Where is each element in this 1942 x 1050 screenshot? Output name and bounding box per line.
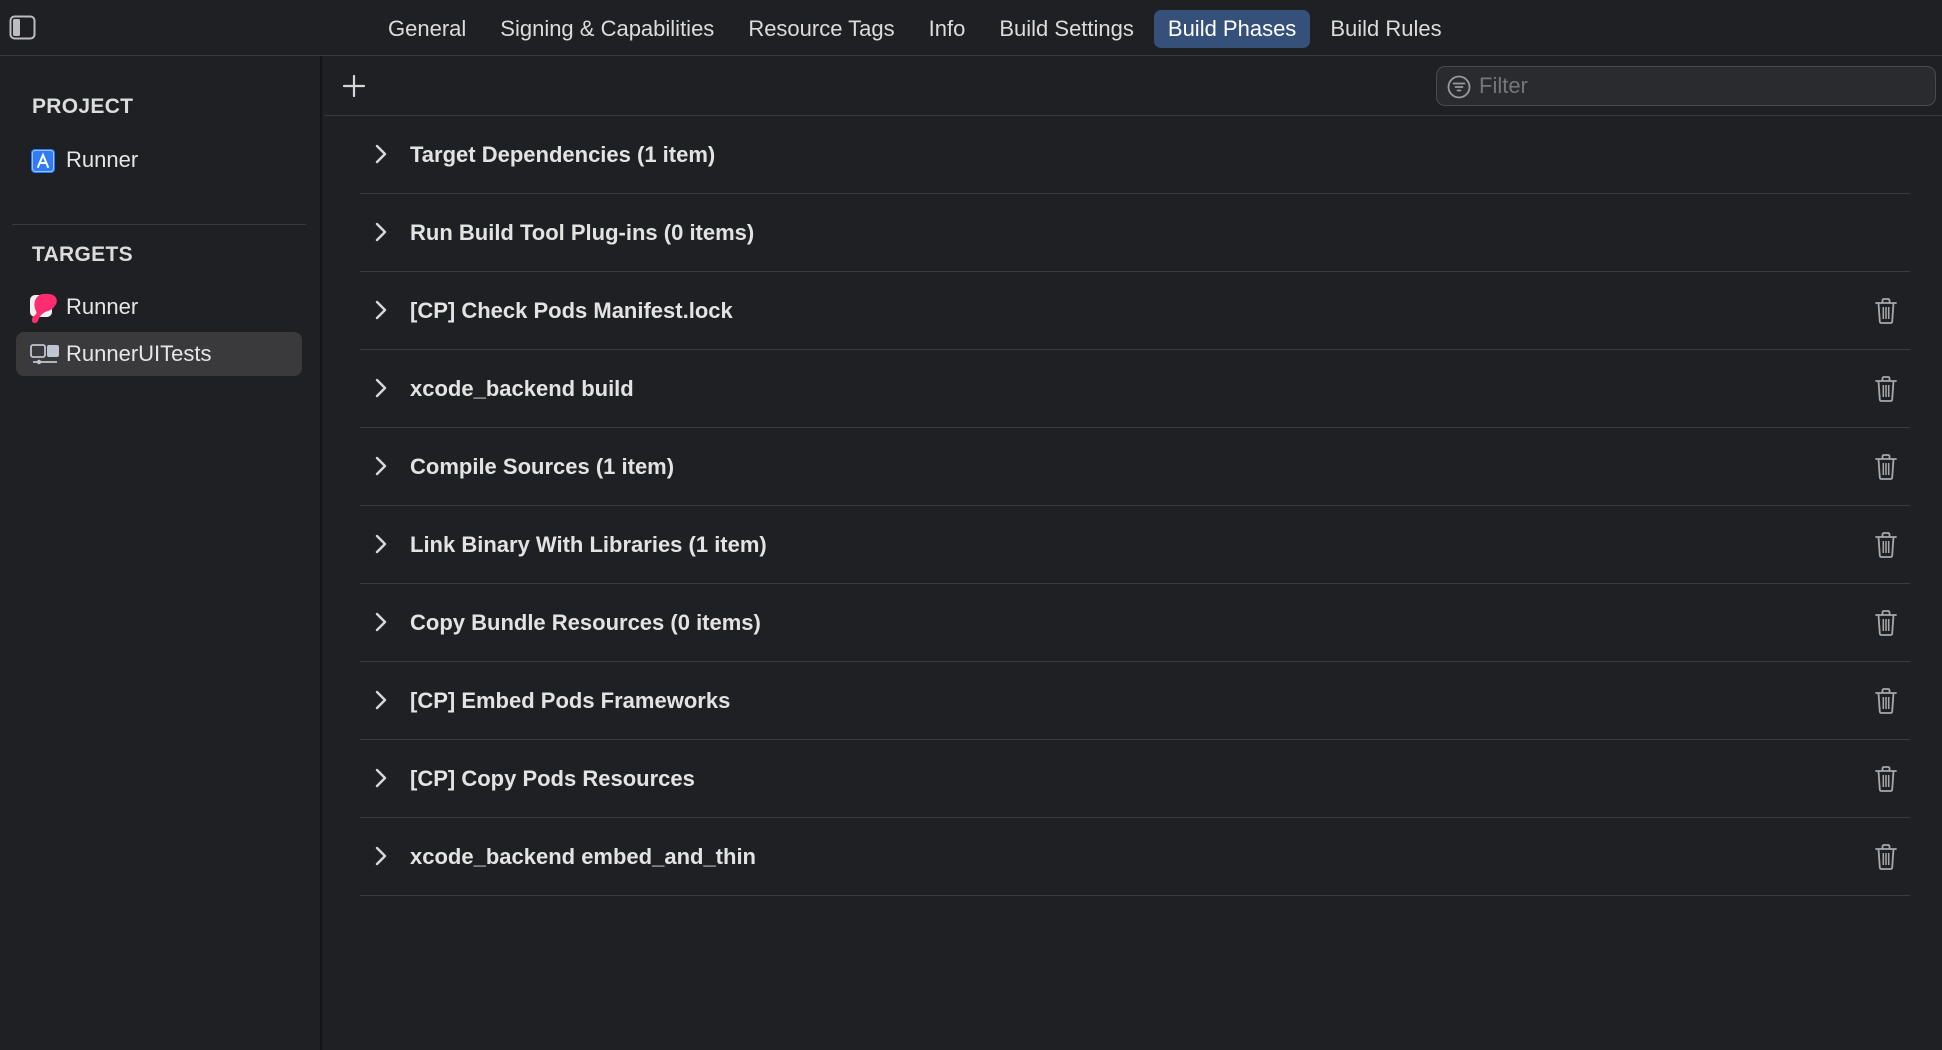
build-phase-title: [CP] Check Pods Manifest.lock bbox=[410, 298, 733, 323]
tab-resource-tags[interactable]: Resource Tags bbox=[734, 10, 908, 48]
build-phase-row[interactable]: Run Build Tool Plug-ins (0 items) bbox=[360, 194, 1910, 272]
filter-icon bbox=[1447, 75, 1471, 99]
trash-icon[interactable] bbox=[1874, 765, 1898, 793]
editor-tab-bar: General Signing & Capabilities Resource … bbox=[0, 0, 1942, 56]
build-phase-title: Link Binary With Libraries (1 item) bbox=[410, 532, 767, 557]
tab-build-settings[interactable]: Build Settings bbox=[985, 10, 1148, 48]
app-target-icon bbox=[30, 293, 58, 324]
build-phase-row[interactable]: Link Binary With Libraries (1 item) bbox=[360, 506, 1910, 584]
build-phase-row[interactable]: [CP] Copy Pods Resources bbox=[360, 740, 1910, 818]
trash-icon[interactable] bbox=[1874, 609, 1898, 637]
build-phase-row[interactable]: Target Dependencies (1 item) bbox=[360, 116, 1910, 194]
build-phase-list: Target Dependencies (1 item) Run Build To… bbox=[360, 116, 1910, 896]
trash-icon[interactable] bbox=[1874, 453, 1898, 481]
plus-icon bbox=[342, 74, 366, 98]
chevron-right-icon[interactable] bbox=[374, 222, 388, 242]
tab-info[interactable]: Info bbox=[915, 10, 980, 48]
targets-heading: TARGETS bbox=[32, 243, 133, 266]
build-phases-editor: Target Dependencies (1 item) Run Build To… bbox=[324, 56, 1942, 1050]
filter-field[interactable] bbox=[1436, 66, 1936, 106]
trash-icon[interactable] bbox=[1874, 531, 1898, 559]
xcode-project-icon bbox=[30, 148, 58, 173]
chevron-right-icon[interactable] bbox=[374, 690, 388, 710]
sidebar-item-target-runneruitests[interactable]: RunnerUITests bbox=[16, 332, 302, 376]
tab-list: General Signing & Capabilities Resource … bbox=[374, 10, 1456, 48]
trash-icon[interactable] bbox=[1874, 375, 1898, 403]
build-phase-title: Run Build Tool Plug-ins (0 items) bbox=[410, 220, 755, 245]
sidebar-item-target-runner[interactable]: Runner bbox=[16, 285, 302, 329]
sidebar-item-project-runner[interactable]: Runner bbox=[16, 138, 302, 182]
filter-input[interactable] bbox=[1479, 67, 1919, 105]
chevron-right-icon[interactable] bbox=[374, 768, 388, 788]
chevron-right-icon[interactable] bbox=[374, 300, 388, 320]
build-phase-row[interactable]: xcode_backend embed_and_thin bbox=[360, 818, 1910, 896]
build-phase-title: Target Dependencies (1 item) bbox=[410, 142, 716, 167]
project-heading: PROJECT bbox=[32, 95, 134, 118]
chevron-right-icon[interactable] bbox=[374, 612, 388, 632]
build-phase-title: xcode_backend build bbox=[410, 376, 634, 401]
build-phase-row[interactable]: Compile Sources (1 item) bbox=[360, 428, 1910, 506]
build-phase-row[interactable]: Copy Bundle Resources (0 items) bbox=[360, 584, 1910, 662]
chevron-right-icon[interactable] bbox=[374, 144, 388, 164]
tab-signing-capabilities[interactable]: Signing & Capabilities bbox=[486, 10, 728, 48]
chevron-right-icon[interactable] bbox=[374, 846, 388, 866]
project-targets-sidebar: PROJECT Runner TARGETS Runner RunnerUITe… bbox=[0, 56, 322, 1050]
build-phase-title: [CP] Embed Pods Frameworks bbox=[410, 688, 731, 713]
ui-test-target-icon bbox=[30, 342, 59, 366]
sidebar-toggle-icon[interactable] bbox=[9, 15, 36, 40]
build-phase-title: xcode_backend embed_and_thin bbox=[410, 844, 756, 869]
tab-build-rules[interactable]: Build Rules bbox=[1316, 10, 1455, 48]
chevron-right-icon[interactable] bbox=[374, 534, 388, 554]
build-phase-row[interactable]: xcode_backend build bbox=[360, 350, 1910, 428]
add-build-phase-button[interactable] bbox=[340, 72, 368, 100]
chevron-right-icon[interactable] bbox=[374, 456, 388, 476]
tab-general[interactable]: General bbox=[374, 10, 480, 48]
trash-icon[interactable] bbox=[1874, 843, 1898, 871]
build-phase-title: Compile Sources (1 item) bbox=[410, 454, 675, 479]
sidebar-item-label: Runner bbox=[66, 294, 139, 319]
build-phase-row[interactable]: [CP] Check Pods Manifest.lock bbox=[360, 272, 1910, 350]
trash-icon[interactable] bbox=[1874, 297, 1898, 325]
sidebar-divider bbox=[12, 224, 306, 225]
build-phase-title: Copy Bundle Resources (0 items) bbox=[410, 610, 761, 635]
build-phase-title: [CP] Copy Pods Resources bbox=[410, 766, 695, 791]
build-phases-toolbar bbox=[324, 56, 1942, 116]
sidebar-item-label: Runner bbox=[66, 147, 139, 172]
sidebar-item-label: RunnerUITests bbox=[66, 341, 212, 366]
trash-icon[interactable] bbox=[1874, 687, 1898, 715]
build-phase-row[interactable]: [CP] Embed Pods Frameworks bbox=[360, 662, 1910, 740]
tab-build-phases[interactable]: Build Phases bbox=[1153, 10, 1311, 48]
chevron-right-icon[interactable] bbox=[374, 378, 388, 398]
